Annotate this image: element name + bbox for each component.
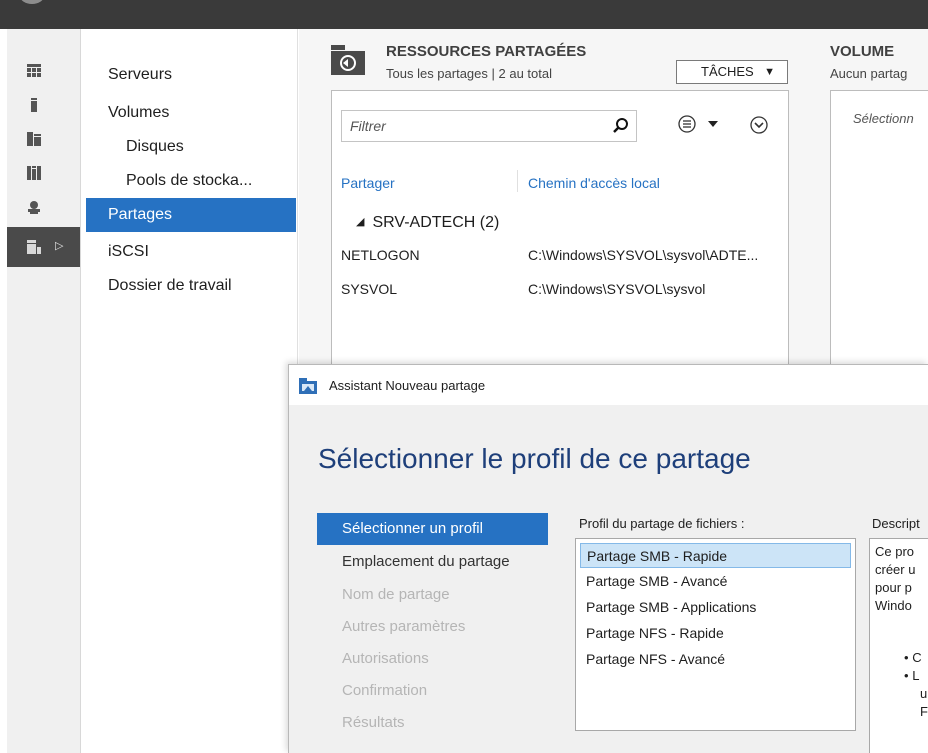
wizard-title-bar[interactable]: Assistant Nouveau partage <box>289 365 928 405</box>
step-share-name: Nom de partage <box>342 586 450 603</box>
new-share-wizard: Assistant Nouveau partage Sélectionner l… <box>288 364 928 753</box>
volume-title: VOLUME <box>830 43 895 60</box>
expand-arrow-icon: ▷ <box>55 240 64 252</box>
local-server-icon[interactable] <box>27 98 41 112</box>
nav-item-disques[interactable]: Disques <box>82 130 296 164</box>
file-storage-icon[interactable] <box>27 166 41 180</box>
column-divider <box>517 170 518 192</box>
profile-item-nfs-advanced[interactable]: Partage NFS - Avancé <box>580 647 851 672</box>
description-line: pour p <box>875 580 912 595</box>
wizard-heading: Sélectionner le profil de ce partage <box>318 443 751 474</box>
bullet-text: C <box>912 650 922 665</box>
filter-input[interactable] <box>342 111 602 141</box>
title-bar <box>0 0 928 29</box>
profile-item-smb-advanced[interactable]: Partage SMB - Avancé <box>580 569 851 594</box>
volume-placeholder: Sélectionn <box>853 111 914 126</box>
nav-item-iscsi[interactable]: iSCSI <box>82 235 296 269</box>
wizard-title: Assistant Nouveau partage <box>329 378 486 393</box>
step-share-location[interactable]: Emplacement du partage <box>317 546 548 578</box>
volume-panel: Sélectionn <box>830 90 928 380</box>
bullet-mark: • <box>904 650 909 665</box>
description-bullet: • L <box>904 668 919 683</box>
logo-icon <box>20 0 44 4</box>
description-continuation: F <box>920 704 928 719</box>
column-header-path[interactable]: Chemin d'accès local <box>528 175 660 191</box>
description-bullet: • C <box>904 650 922 665</box>
tasks-dropdown[interactable]: TÂCHES ▼ <box>676 60 788 84</box>
profile-list-label: Profil du partage de fichiers : <box>579 516 745 531</box>
share-wizard-icon <box>299 378 317 394</box>
icon-rail: ▷ <box>7 29 81 753</box>
collapse-expand-icon[interactable] <box>748 114 770 136</box>
profile-item-smb-applications[interactable]: Partage SMB - Applications <box>580 595 851 620</box>
nav-item-dossier-travail[interactable]: Dossier de travail <box>82 269 296 303</box>
list-options-button[interactable] <box>676 113 722 135</box>
bullet-text: L <box>912 668 920 683</box>
nav-item-volumes[interactable]: Volumes <box>82 96 296 130</box>
chevron-down-icon: ▼ <box>764 66 775 78</box>
step-other-settings: Autres paramètres <box>342 618 466 635</box>
step-confirmation: Confirmation <box>342 682 428 699</box>
description-line: Windo <box>875 598 912 613</box>
share-row-name[interactable]: NETLOGON <box>341 247 420 263</box>
description-continuation: u <box>920 686 928 701</box>
server-group-label: SRV-ADTECH (2) <box>372 214 500 231</box>
step-results: Résultats <box>342 714 405 731</box>
nav-item-serveurs[interactable]: Serveurs <box>82 58 296 92</box>
search-icon[interactable] <box>612 117 630 135</box>
shared-resources-subtitle: Tous les partages | 2 au total <box>386 66 552 81</box>
all-servers-icon[interactable] <box>27 132 41 146</box>
file-services-rail-item[interactable]: ▷ <box>7 227 80 267</box>
share-row-path[interactable]: C:\Windows\SYSVOL\sysvol <box>528 281 705 297</box>
profile-list[interactable]: Partage SMB - Rapide Partage SMB - Avanc… <box>575 538 856 731</box>
column-header-share[interactable]: Partager <box>341 175 395 191</box>
profile-item-smb-quick[interactable]: Partage SMB - Rapide <box>580 543 851 568</box>
step-permissions: Autorisations <box>342 650 429 667</box>
file-services-icon <box>27 240 41 254</box>
step-select-profile[interactable]: Sélectionner un profil <box>317 513 548 545</box>
tasks-label: TÂCHES <box>701 64 754 79</box>
description-line: Ce pro <box>875 544 915 559</box>
filter-box[interactable] <box>341 110 637 142</box>
wizard-body: Sélectionner le profil de ce partage Sél… <box>289 405 928 753</box>
navigation-pane: Serveurs Volumes Disques Pools de stocka… <box>82 29 298 753</box>
description-box: Ce pro créer u pour p Windo • C • L u F <box>869 538 928 753</box>
shared-resources-icon <box>331 45 365 75</box>
collapse-triangle-icon: ◢ <box>356 216 365 228</box>
volume-subtitle: Aucun partag <box>830 66 908 81</box>
description-label: Descript <box>872 516 920 531</box>
bullet-mark: • <box>904 668 909 683</box>
iis-icon[interactable] <box>27 200 41 214</box>
share-row-name[interactable]: SYSVOL <box>341 281 397 297</box>
nav-item-partages[interactable]: Partages <box>86 198 296 232</box>
shared-resources-title: RESSOURCES PARTAGÉES <box>386 43 587 60</box>
dashboard-icon[interactable] <box>27 64 41 78</box>
nav-item-pools[interactable]: Pools de stocka... <box>82 164 296 198</box>
server-group-row[interactable]: ◢ SRV-ADTECH (2) <box>356 214 499 232</box>
profile-item-nfs-quick[interactable]: Partage NFS - Rapide <box>580 621 851 646</box>
description-line: créer u <box>875 562 916 577</box>
share-row-path[interactable]: C:\Windows\SYSVOL\sysvol\ADTE... <box>528 247 758 263</box>
